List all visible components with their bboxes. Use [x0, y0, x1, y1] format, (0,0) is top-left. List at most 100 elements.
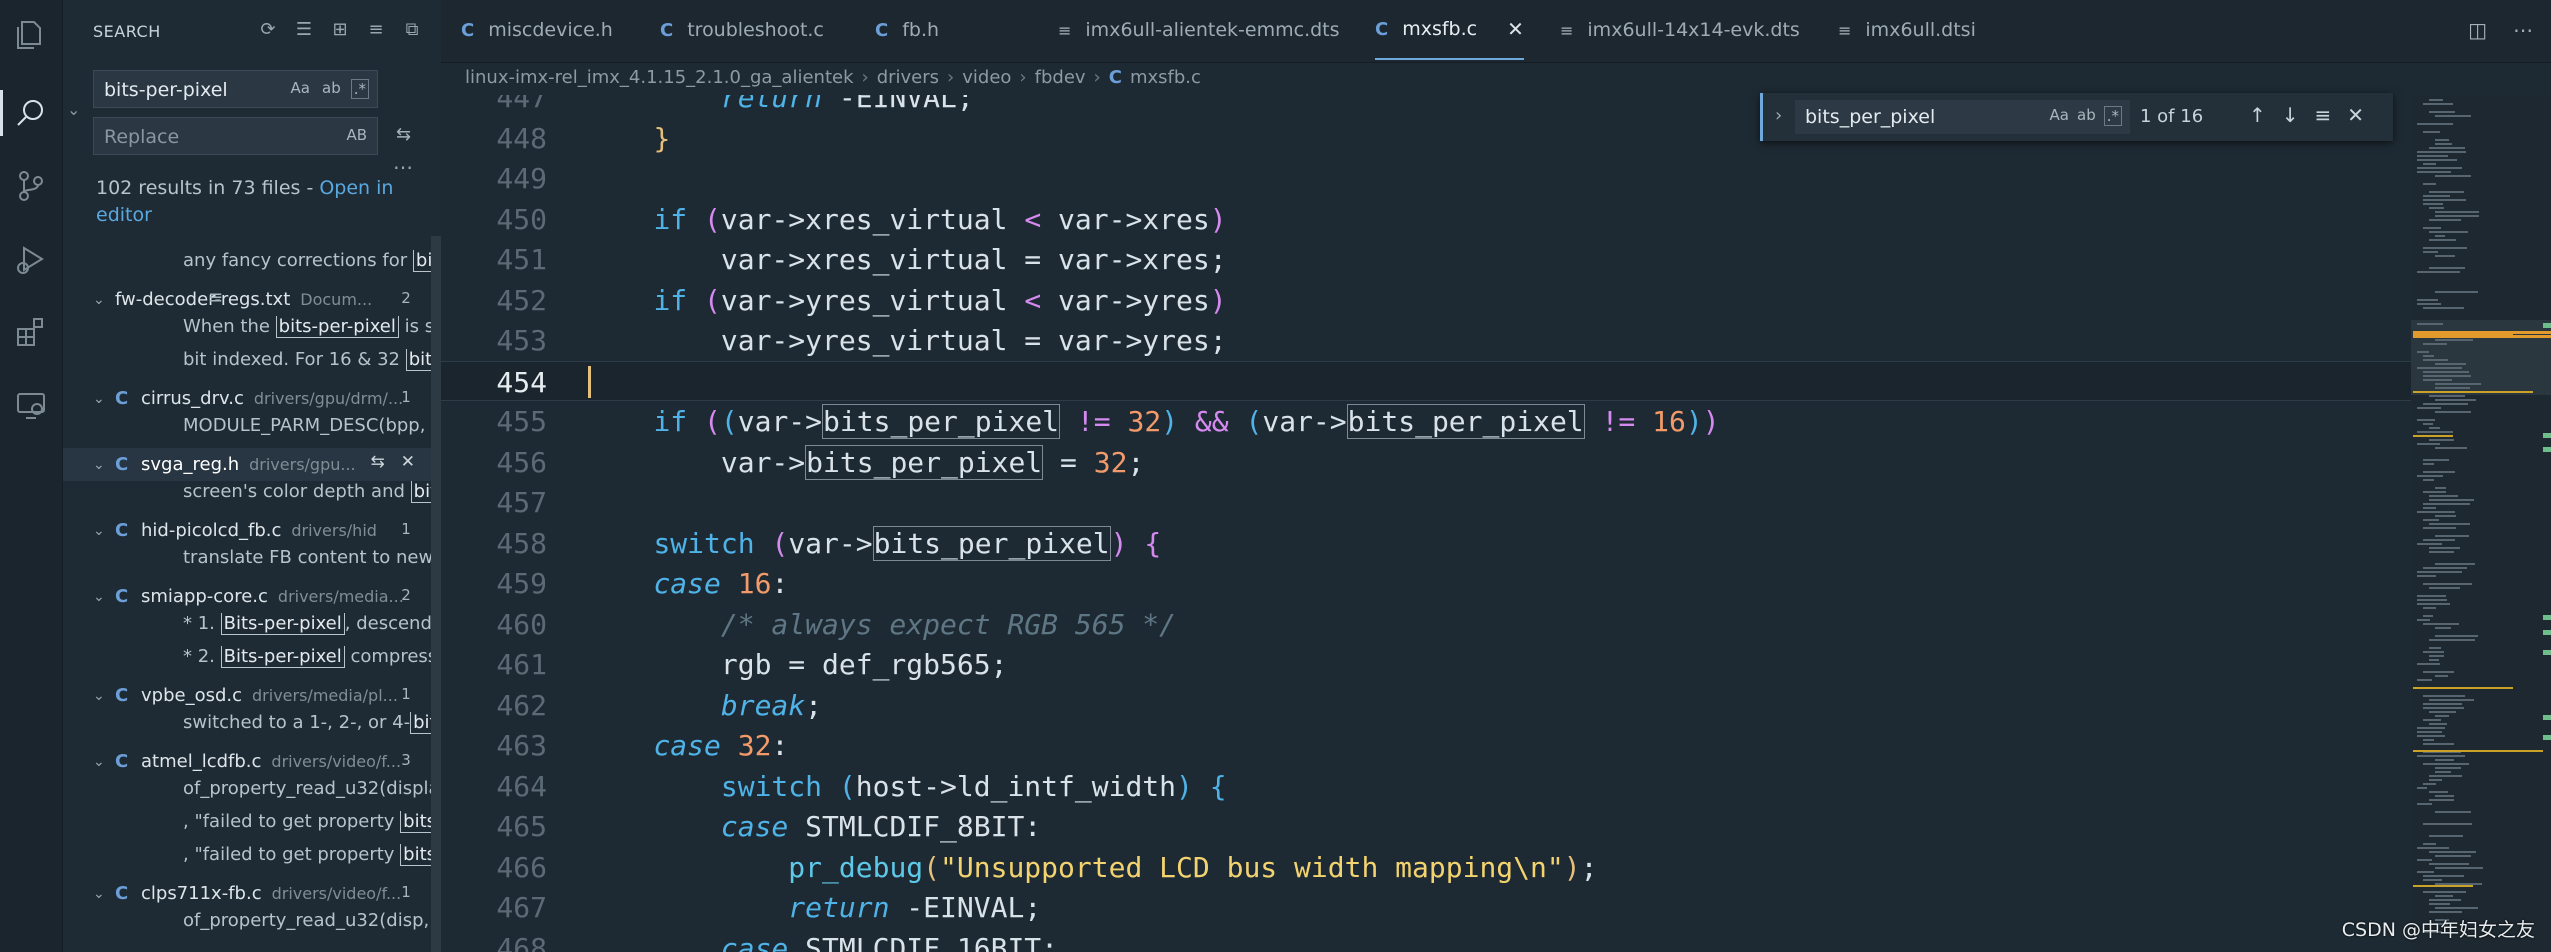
chevron-down-icon[interactable]: ⌄ — [93, 523, 115, 539]
code-line[interactable]: 468 case STMLCDIF_16BIT: — [441, 928, 2411, 952]
tab-miscdevice-h[interactable]: Cmiscdevice.h — [461, 0, 613, 60]
code-line[interactable]: 452 if (var->yres_virtual < var->yres) — [441, 280, 2411, 320]
code-line[interactable]: 457 — [441, 482, 2411, 522]
regex-icon[interactable]: .* — [350, 79, 369, 99]
code-line[interactable]: 456 var->bits_per_pixel = 32; — [441, 442, 2411, 482]
code-line[interactable]: 459 case 16: — [441, 563, 2411, 603]
search-result-match[interactable]: switched to a 1-, 2-, or 4-bits-per-p... — [63, 712, 441, 745]
search-result-file[interactable]: ⌄ Cvpbe_osd.c drivers/media/pl... 1 — [63, 679, 441, 712]
search-result-match[interactable]: MODULE_PARM_DESC(bpp, "Max b... — [63, 415, 441, 448]
code-line[interactable]: 460 /* always expect RGB 565 */ — [441, 604, 2411, 644]
search-result-match[interactable]: screen's color depth and bits-per-p... — [63, 481, 441, 514]
dismiss-icon[interactable]: ✕ — [401, 452, 415, 472]
search-result-file[interactable]: ⌄ Ccirrus_drv.c drivers/gpu/drm/... 1 — [63, 382, 441, 415]
chevron-down-icon[interactable]: ⌄ — [93, 292, 115, 308]
close-icon[interactable]: ✕ — [1507, 17, 1524, 41]
code-line[interactable]: 450 if (var->xres_virtual < var->xres) — [441, 199, 2411, 239]
clear-results-icon[interactable]: ☰ — [293, 18, 315, 40]
code-line[interactable]: 455 if ((var->bits_per_pixel != 32) && (… — [441, 401, 2411, 441]
search-result-match[interactable]: translate FB content to new bits-pe... — [63, 547, 441, 580]
code-text: switch (host->ld_intf_width) { — [720, 769, 1227, 803]
code-line[interactable]: 449 — [441, 158, 2411, 198]
search-result-file[interactable]: ⌄ Csvga_reg.h drivers/gpu... ⇆ ✕ — [63, 448, 441, 481]
regex-icon[interactable]: .* — [2103, 106, 2122, 126]
split-editor-icon[interactable]: ◫ — [2468, 18, 2487, 42]
search-result-match[interactable]: of_property_read_u32(disp, "bits-p... — [63, 910, 441, 943]
breadcrumb-item[interactable]: linux-imx-rel_imx_4.1.15_2.1.0_ga_alient… — [465, 67, 854, 88]
tab-imx6ull-14x14-evk-dts[interactable]: ≡ imx6ull-14x14-evk.dts — [1560, 0, 1800, 60]
breadcrumb-item[interactable]: fbdev — [1035, 67, 1086, 88]
match-case-icon[interactable]: Aa — [2050, 106, 2069, 126]
source-control-icon[interactable] — [0, 155, 62, 217]
close-icon[interactable]: ✕ — [2347, 103, 2364, 127]
code-editor[interactable]: 447 return -EINVAL; 448 } 449 450 if (var->… — [441, 95, 2411, 952]
new-search-editor-icon[interactable]: ⊞ — [329, 18, 351, 40]
preserve-case-icon[interactable]: AB — [344, 126, 369, 144]
code-line[interactable]: 463 case 32: — [441, 725, 2411, 765]
find-input[interactable]: bits_per_pixel Aa ab .* — [1795, 100, 2130, 134]
replace-all-icon[interactable]: ⇆ — [396, 124, 422, 150]
sidebar-scrollbar[interactable] — [431, 236, 441, 952]
remote-explorer-icon[interactable] — [0, 374, 62, 436]
code-line[interactable]: 454 — [441, 360, 2411, 401]
search-icon[interactable] — [0, 82, 62, 144]
code-line[interactable]: 451 var->xres_virtual = var->xres; — [441, 239, 2411, 279]
match-whole-word-icon[interactable]: ab — [2077, 106, 2096, 126]
previous-match-icon[interactable]: ↑ — [2249, 103, 2266, 127]
code-line[interactable]: 467 return -EINVAL; — [441, 887, 2411, 927]
tab-troubleshoot-c[interactable]: Ctroubleshoot.c — [660, 0, 824, 60]
search-result-match[interactable]: any fancy corrections for bits-per-p... — [63, 250, 441, 283]
search-result-file[interactable]: ⌄ Csmiapp-core.c drivers/media... 2 — [63, 580, 441, 613]
more-options-icon[interactable]: … — [393, 150, 413, 174]
breadcrumb-item[interactable]: video — [962, 67, 1011, 88]
breadcrumb-item[interactable]: mxsfb.c — [1130, 67, 1201, 88]
toggle-replace-chevron-icon[interactable]: ⌄ — [67, 100, 80, 119]
chevron-down-icon[interactable]: ⌄ — [93, 457, 115, 473]
collapse-all-icon[interactable]: ⧉ — [401, 18, 423, 40]
chevron-down-icon[interactable]: ⌄ — [93, 886, 115, 902]
refresh-icon[interactable]: ⟳ — [257, 18, 279, 40]
tab-mxsfb-c[interactable]: Cmxsfb.c ✕ — [1375, 0, 1524, 60]
replace-icon[interactable]: ⇆ — [371, 452, 385, 472]
code-line[interactable]: 465 case STMLCDIF_8BIT: — [441, 806, 2411, 846]
match-case-icon[interactable]: Aa — [289, 79, 312, 99]
chevron-down-icon[interactable]: ⌄ — [93, 754, 115, 770]
tab-imx6ull-dtsi[interactable]: ≡ imx6ull.dtsi — [1838, 0, 1976, 60]
code-line[interactable]: 461 rgb = def_rgb565; — [441, 644, 2411, 684]
search-result-file[interactable]: ⌄ Catmel_lcdfb.c drivers/video/f... 3 — [63, 745, 441, 778]
breadcrumb-item[interactable]: drivers — [877, 67, 939, 88]
search-result-file[interactable]: ⌄ ≡ fw-decoder-regs.txt Docum... 2 — [63, 283, 441, 316]
more-actions-icon[interactable]: ⋯ — [2513, 18, 2533, 42]
search-result-match[interactable]: When the bits-per-pixel is set to 8, ... — [63, 316, 441, 349]
search-result-match[interactable]: , "failed to get property bits-per-pi... — [63, 811, 441, 844]
chevron-down-icon[interactable]: ⌄ — [93, 391, 115, 407]
search-result-match[interactable]: * 2. Bits-per-pixel compressed, des... — [63, 646, 441, 679]
search-result-match[interactable]: bit indexed. For 16 & 32 bits-per-p... — [63, 349, 441, 382]
code-line[interactable]: 466 pr_debug("Unsupported LCD bus width … — [441, 847, 2411, 887]
replace-input[interactable]: Replace AB — [93, 117, 378, 155]
search-result-file[interactable]: ⌄ Chid-picolcd_fb.c drivers/hid 1 — [63, 514, 441, 547]
next-match-icon[interactable]: ↓ — [2282, 103, 2299, 127]
code-line[interactable]: 464 switch (host->ld_intf_width) { — [441, 766, 2411, 806]
view-as-tree-icon[interactable]: ≡ — [365, 18, 387, 40]
chevron-down-icon[interactable]: ⌄ — [93, 589, 115, 605]
code-line[interactable]: 458 switch (var->bits_per_pixel) { — [441, 523, 2411, 563]
extensions-icon[interactable] — [0, 301, 62, 363]
minimap-line — [2423, 583, 2472, 585]
find-in-selection-icon[interactable]: ≡ — [2315, 103, 2332, 127]
search-result-match[interactable]: , "failed to get property bits-per-pi... — [63, 844, 441, 877]
toggle-replace-icon[interactable]: › — [1775, 105, 1782, 126]
chevron-down-icon[interactable]: ⌄ — [93, 688, 115, 704]
minimap[interactable] — [2411, 95, 2551, 952]
explorer-icon[interactable] — [0, 4, 62, 66]
tab-fb-h[interactable]: Cfb.h — [875, 0, 939, 60]
search-result-file[interactable]: ⌄ Cclps711x-fb.c drivers/video/f... 1 — [63, 877, 441, 910]
search-result-match[interactable]: of_property_read_u32(display_np, "... — [63, 778, 441, 811]
run-debug-icon[interactable] — [0, 228, 62, 290]
code-line[interactable]: 462 break; — [441, 685, 2411, 725]
search-result-match[interactable]: * 1. Bits-per-pixel, descending. — [63, 613, 441, 646]
tab-imx6ull-alientek-emmc-dts[interactable]: ≡ imx6ull-alientek-emmc.dts — [1058, 0, 1340, 60]
search-input[interactable]: bits-per-pixel Aa ab .* — [93, 70, 378, 108]
match-whole-word-icon[interactable]: ab — [320, 79, 343, 99]
code-line[interactable]: 453 var->yres_virtual = var->yres; — [441, 320, 2411, 360]
